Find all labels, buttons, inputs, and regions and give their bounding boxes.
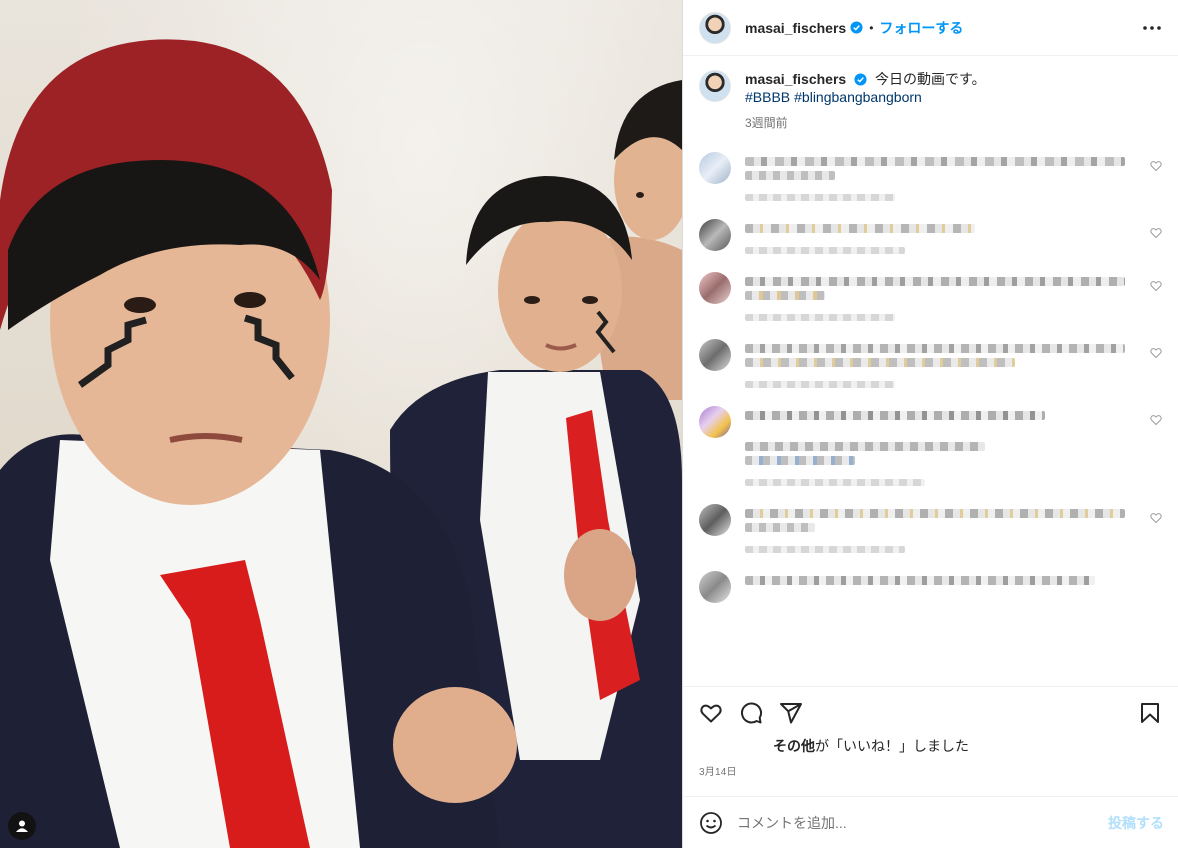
caption-avatar[interactable]: [699, 70, 731, 102]
likes-text: が「いいね！」しました: [815, 738, 969, 754]
photo-scene: [0, 39, 682, 848]
comment-heart-icon[interactable]: [1150, 512, 1162, 524]
comment-avatar[interactable]: [699, 219, 731, 251]
heart-icon[interactable]: [699, 701, 723, 725]
author-username[interactable]: masai_fischers: [745, 20, 846, 36]
blurred-comment-text: [745, 523, 815, 532]
post-caption: masai_fischers 今日の動画です。 #BBBB #blingbangb…: [699, 70, 1162, 132]
blurred-comment-text: [745, 576, 1095, 585]
blurred-comment-meta: [745, 381, 895, 388]
comment-heart-icon[interactable]: [1150, 347, 1162, 359]
caption-username[interactable]: masai_fischers: [745, 71, 846, 87]
comment-avatar[interactable]: [699, 504, 731, 536]
blurred-comment-meta: [745, 194, 895, 201]
paper-plane-icon[interactable]: [779, 701, 803, 725]
post-date[interactable]: 3月14日: [699, 763, 1162, 778]
comment-item: [699, 219, 1162, 254]
blurred-comment-text: [745, 277, 1125, 286]
author-avatar[interactable]: [699, 11, 731, 44]
comment-avatar[interactable]: [699, 571, 731, 603]
person-back: [596, 80, 682, 400]
comment-item: [699, 339, 1162, 388]
comment-avatar[interactable]: [699, 152, 731, 184]
blurred-comment-meta: [745, 314, 895, 321]
comment-input[interactable]: [737, 814, 1108, 831]
blurred-comment-text: [745, 509, 1125, 518]
hashtag-link[interactable]: #blingbangbangborn: [794, 89, 922, 105]
blurred-comment-meta: [745, 479, 925, 486]
comment-heart-icon[interactable]: [1150, 227, 1162, 239]
add-comment-bar: 投稿する: [683, 796, 1178, 848]
post-actions: その他が「いいね！」しました 3月14日: [683, 686, 1178, 778]
bookmark-icon[interactable]: [1138, 701, 1162, 725]
post-header: masai_fischers • フォローする: [683, 0, 1178, 56]
comment-item: [699, 152, 1162, 201]
likes-others-link[interactable]: その他: [773, 738, 815, 754]
blurred-comment-text: [745, 456, 855, 465]
hashtag-link[interactable]: #BBBB: [745, 89, 790, 105]
post-photo[interactable]: [0, 0, 682, 848]
blurred-comment-text: [745, 171, 835, 180]
comments-section[interactable]: masai_fischers 今日の動画です。 #BBBB #blingbangb…: [683, 56, 1178, 686]
blurred-comment-text: [745, 224, 975, 233]
caption-timestamp[interactable]: 3週間前: [745, 114, 986, 132]
comment-item: [699, 504, 1162, 553]
more-horizontal-icon[interactable]: [1140, 16, 1164, 40]
verified-badge-icon: [854, 73, 867, 86]
comment-avatar[interactable]: [699, 339, 731, 371]
comment-heart-icon[interactable]: [1150, 414, 1162, 426]
comment-avatar[interactable]: [699, 272, 731, 304]
comment-item: [699, 406, 1162, 486]
comment-heart-icon[interactable]: [1150, 160, 1162, 172]
blurred-comment-text: [745, 411, 1045, 420]
header-separator: •: [869, 20, 874, 35]
instagram-post: masai_fischers • フォローする masai_fischers 今…: [0, 0, 1178, 848]
post-side-panel: masai_fischers • フォローする masai_fischers 今…: [682, 0, 1178, 848]
comment-item: [699, 571, 1162, 603]
blurred-comment-text: [745, 442, 985, 451]
comment-bubble-icon[interactable]: [739, 701, 763, 725]
blurred-comment-text: [745, 344, 1125, 353]
action-icons: [699, 693, 1162, 733]
blurred-comment-text: [745, 291, 825, 300]
comment-item: [699, 272, 1162, 321]
blurred-comment-text: [745, 358, 1015, 367]
blurred-comment-meta: [745, 247, 905, 254]
verified-badge-icon: [850, 21, 863, 34]
caption-hashtags: #BBBB #blingbangbangborn: [745, 88, 986, 106]
caption-text: 今日の動画です。: [874, 71, 986, 87]
user-tag-icon[interactable]: [8, 812, 36, 840]
smiley-icon[interactable]: [699, 811, 723, 835]
blurred-comment-meta: [745, 546, 905, 553]
likes-summary: その他が「いいね！」しました: [699, 737, 1162, 755]
post-comment-button[interactable]: 投稿する: [1108, 813, 1164, 833]
comment-avatar[interactable]: [699, 406, 731, 438]
blurred-comment-text: [745, 157, 1125, 166]
follow-button[interactable]: フォローする: [879, 18, 963, 38]
comment-heart-icon[interactable]: [1150, 280, 1162, 292]
